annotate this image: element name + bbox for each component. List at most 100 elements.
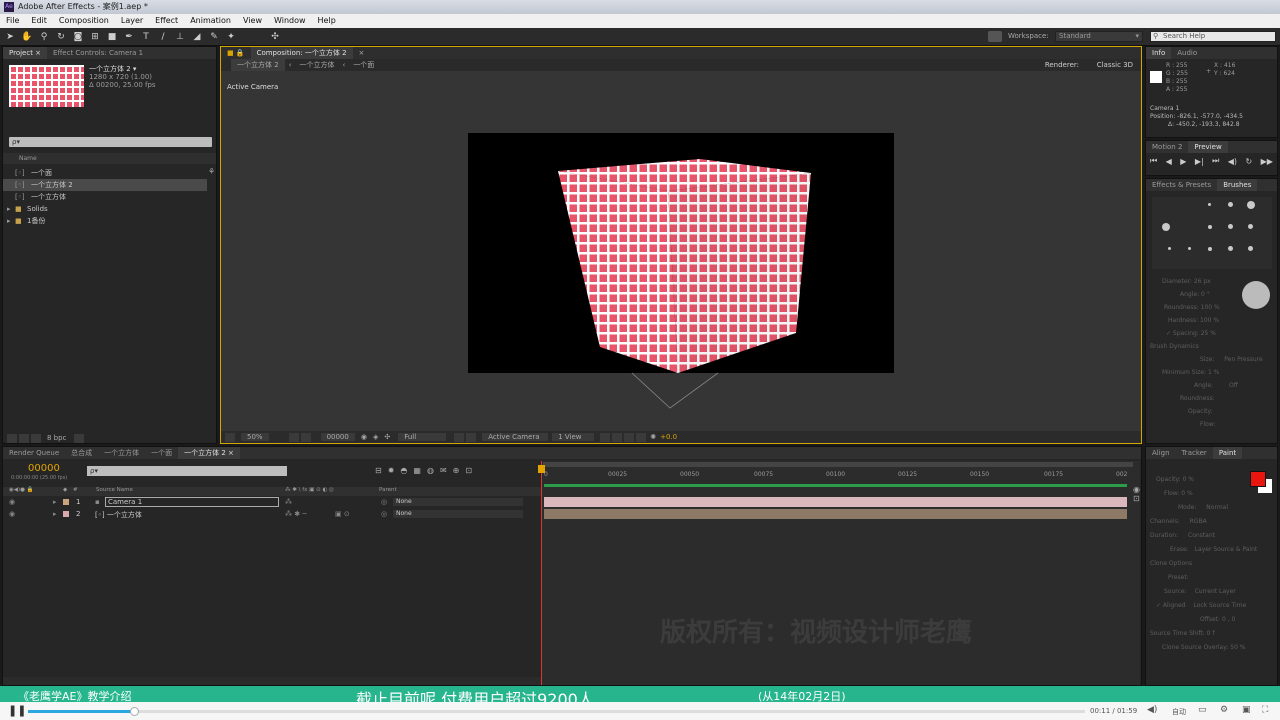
eye-icon[interactable]: ◉	[9, 510, 15, 518]
timeline-timecode[interactable]: 00000	[28, 463, 60, 474]
transparency-grid-icon[interactable]	[466, 432, 477, 442]
region-icon[interactable]	[300, 432, 311, 442]
tab-project[interactable]: Project ×	[3, 47, 48, 59]
menu-layer[interactable]: Layer	[115, 14, 149, 28]
tab-comp-cube-2[interactable]: 一个立方体 2 ×	[178, 447, 240, 459]
brush-min-size[interactable]: Minimum Size: 1 %	[1150, 366, 1263, 379]
project-search-input[interactable]: ρ▾	[9, 137, 212, 147]
exposure-value[interactable]: +0.0	[660, 433, 677, 441]
workspace-dropdown[interactable]: Standard ▾	[1055, 31, 1143, 42]
new-composition-icon[interactable]	[31, 433, 41, 443]
clone-aligned[interactable]: ✓ Aligned	[1156, 602, 1185, 609]
auto-keyframe-icon[interactable]: ⊕	[453, 466, 460, 475]
current-time-field[interactable]: 00000	[320, 433, 355, 441]
breadcrumb-item[interactable]: 一个立方体 2	[231, 59, 285, 71]
fast-preview-icon[interactable]	[612, 432, 623, 442]
brush-tip[interactable]	[1248, 246, 1253, 251]
project-list-item[interactable]: ▸ ■ 1备份	[3, 215, 207, 227]
tab-preview[interactable]: Preview	[1188, 141, 1228, 153]
rectangle-tool-icon[interactable]: ■	[105, 30, 119, 44]
previous-frame-icon[interactable]: ◀	[1166, 157, 1172, 166]
brush-roundness2-row[interactable]: Roundness:	[1150, 392, 1263, 405]
playhead-handle[interactable]	[538, 465, 545, 473]
lock-icon[interactable]: ■ 🔒	[221, 47, 251, 59]
current-time-indicator[interactable]	[541, 461, 542, 685]
layer-switch-icon[interactable]: ⁂ ✱ ─	[285, 510, 307, 518]
clone-preset[interactable]: Preset:	[1150, 571, 1257, 585]
menu-file[interactable]: File	[0, 14, 25, 28]
composition-mini-flowchart-icon[interactable]: ⊟	[375, 466, 382, 475]
last-frame-icon[interactable]: ⏭	[1212, 156, 1219, 166]
brush-size-row[interactable]: Size: Pen Pressure	[1150, 353, 1263, 366]
brush-tips-grid[interactable]	[1152, 197, 1272, 269]
volume-icon[interactable]: ◀)	[1147, 705, 1157, 715]
layer-row[interactable]: ◉ ▸ 1 ▪ Camera 1 ⁂ ◎ None	[3, 497, 541, 508]
project-list-item[interactable]: [◦] 一个立方体	[3, 191, 207, 203]
selection-tool-icon[interactable]: ➤	[3, 30, 17, 44]
brush-tip[interactable]	[1208, 203, 1211, 206]
channel-icon[interactable]: ✣	[384, 433, 390, 441]
expand-arrow-icon[interactable]: ▸	[7, 215, 11, 227]
roto-brush-tool-icon[interactable]: ✎	[207, 30, 221, 44]
draft-3d-icon[interactable]: ✹	[388, 466, 395, 475]
show-snapshot-icon[interactable]: ◈	[373, 433, 378, 441]
parent-dropdown[interactable]: None	[393, 498, 523, 506]
loop-icon[interactable]: ↻	[1245, 157, 1252, 166]
brush-tip[interactable]	[1188, 247, 1191, 250]
timeline-search-input[interactable]: ρ▾	[87, 466, 287, 476]
time-ruler[interactable]: 0 00025 00050 00075 00100 00125 00150 00…	[544, 471, 1134, 481]
tab-align[interactable]: Align	[1146, 447, 1176, 459]
close-icon[interactable]: ×	[353, 47, 371, 59]
first-frame-icon[interactable]: ⏮	[1150, 156, 1157, 166]
menu-effect[interactable]: Effect	[149, 14, 184, 28]
audio-icon[interactable]: ◀)	[1228, 157, 1237, 166]
breadcrumb-item[interactable]: 一个面	[349, 60, 378, 70]
work-area-bar[interactable]	[543, 462, 1133, 467]
menu-help[interactable]: Help	[312, 14, 342, 28]
layer-row[interactable]: ◉ ▸ 2 [◦] 一个立方体 ⁂ ✱ ─ ▣ ⊙ ◎ None	[3, 509, 541, 520]
layer-name[interactable]: Camera 1	[105, 497, 279, 507]
picture-in-picture-icon[interactable]: ▭	[1198, 705, 1207, 715]
brush-flow-row[interactable]: Flow:	[1150, 418, 1263, 431]
clone-source-time[interactable]: Source Time Shift: 0 f	[1150, 627, 1257, 641]
camera-tool-icon[interactable]: ◙	[71, 30, 85, 44]
camera-view-dropdown[interactable]: Active Camera	[482, 433, 549, 441]
paint-flow[interactable]: Flow: 0 %	[1150, 487, 1257, 501]
expand-arrow-icon[interactable]: ▸	[7, 203, 11, 215]
timeline-side-icons[interactable]: ◉ ⊡	[1133, 485, 1141, 515]
tab-comp-cube[interactable]: 一个立方体	[98, 447, 145, 459]
tab-info[interactable]: Info	[1146, 47, 1172, 59]
motion-blur-icon[interactable]: ◍	[427, 466, 434, 475]
menu-composition[interactable]: Composition	[53, 14, 115, 28]
frame-blending-icon[interactable]: ▦	[413, 466, 421, 475]
ram-preview-icon[interactable]: ▶▶	[1261, 157, 1273, 166]
clone-lock-source[interactable]: Lock Source Time	[1187, 602, 1246, 609]
brainstorm-icon[interactable]: ✉	[440, 466, 447, 475]
workspace-icon[interactable]	[988, 31, 1002, 42]
pen-tool-icon[interactable]: ✒	[122, 30, 136, 44]
hand-tool-icon[interactable]: ✋	[20, 30, 34, 44]
always-preview-icon[interactable]	[225, 432, 235, 442]
brush-tip[interactable]	[1228, 202, 1233, 207]
pan-behind-tool-icon[interactable]: ⊞	[88, 30, 102, 44]
tab-effect-controls[interactable]: Effect Controls: Camera 1	[47, 47, 149, 59]
flowchart-icon[interactable]: ⚘	[208, 167, 215, 176]
tab-audio[interactable]: Audio	[1171, 47, 1203, 59]
new-folder-icon[interactable]	[19, 433, 29, 443]
layer-label-color[interactable]	[63, 499, 69, 505]
tab-motion[interactable]: Motion 2	[1146, 141, 1188, 153]
brush-opacity-row[interactable]: Opacity:	[1150, 405, 1263, 418]
next-frame-icon[interactable]: ▶|	[1195, 157, 1204, 166]
expand-arrow-icon[interactable]: ▸	[53, 510, 57, 518]
timeline-icon[interactable]	[624, 432, 635, 442]
layer-label-color[interactable]	[63, 511, 69, 517]
clone-stamp-tool-icon[interactable]: ⊥	[173, 30, 187, 44]
region-of-interest-icon[interactable]	[454, 432, 465, 442]
brush-angle2-row[interactable]: Angle: Off	[1150, 379, 1263, 392]
exposure-icon[interactable]: ✺	[650, 433, 656, 441]
brush-tool-icon[interactable]: /	[156, 30, 170, 44]
brush-tip[interactable]	[1168, 247, 1171, 250]
breadcrumb-item[interactable]: 一个立方体	[296, 60, 339, 70]
project-list-item[interactable]: ▸ ■ Solids	[3, 203, 207, 215]
tab-composition[interactable]: Composition: 一个立方体 2	[250, 47, 353, 59]
